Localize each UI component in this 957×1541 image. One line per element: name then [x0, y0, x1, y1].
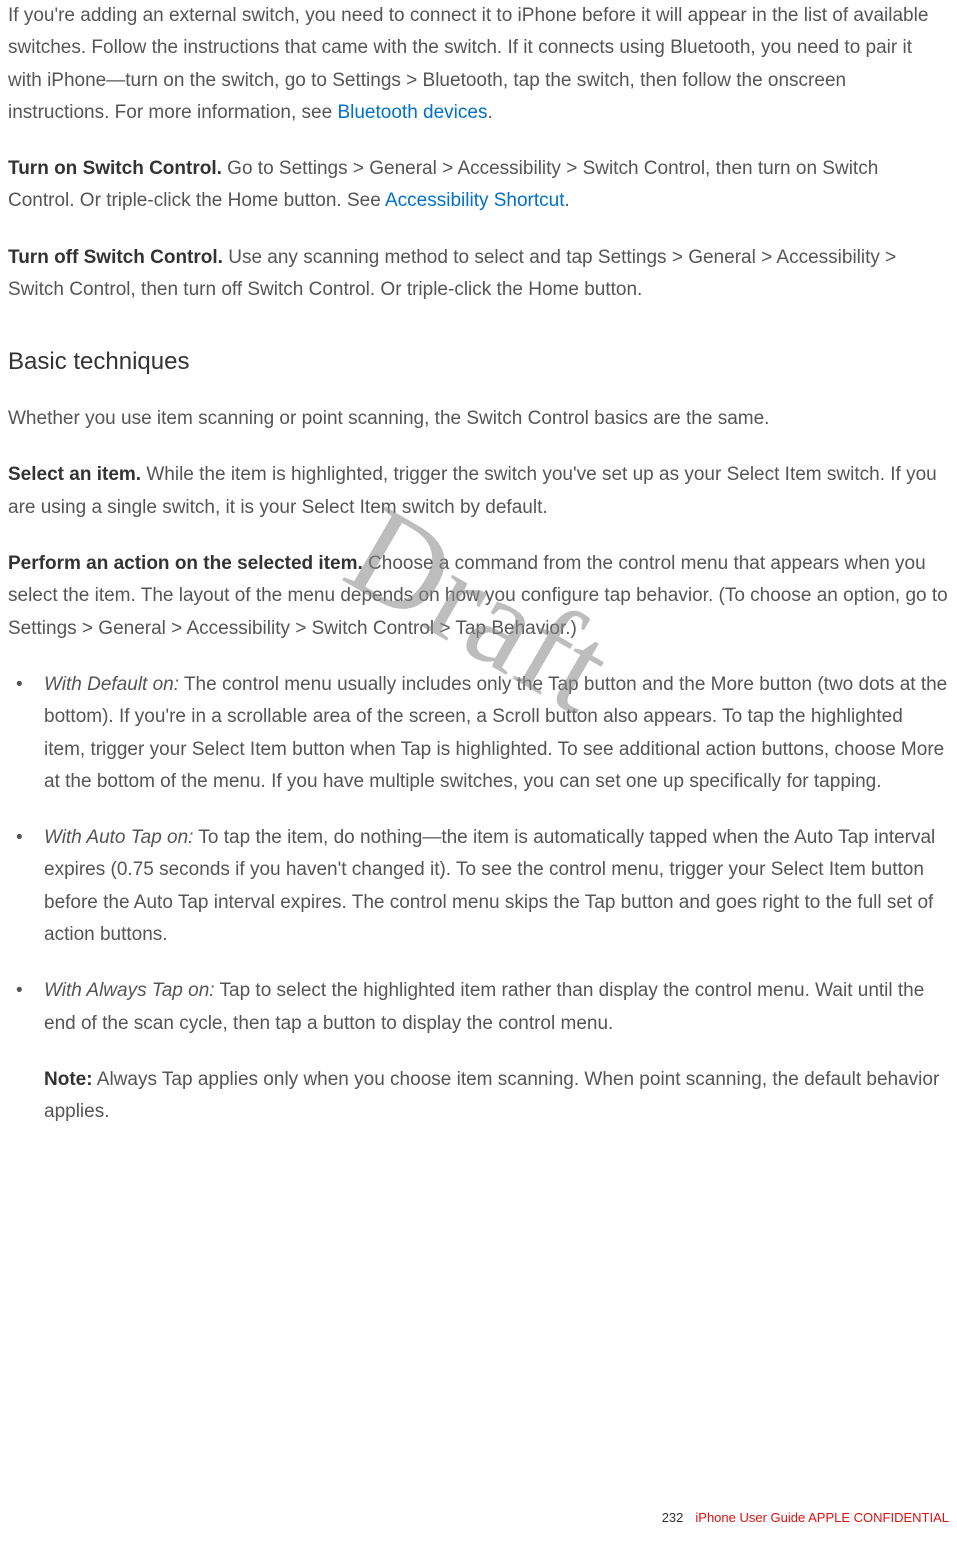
paragraph-external-switch: If you're adding an external switch, you…: [8, 0, 949, 129]
footer-text: iPhone User Guide APPLE CONFIDENTIAL: [695, 1510, 949, 1525]
text: .: [565, 190, 570, 211]
paragraph-perform-action: Perform an action on the selected item. …: [8, 548, 949, 645]
text: Always Tap applies only when you choose …: [44, 1069, 939, 1122]
bluetooth-devices-link[interactable]: Bluetooth devices: [337, 102, 487, 123]
turn-off-label: Turn off Switch Control.: [8, 247, 223, 268]
paragraph-intro: Whether you use item scanning or point s…: [8, 403, 949, 435]
tap-behavior-list: With Default on: The control menu usuall…: [8, 669, 949, 1129]
list-item: With Always Tap on: Tap to select the hi…: [8, 975, 949, 1128]
text: While the item is highlighted, trigger t…: [8, 464, 937, 517]
page-footer: 232 iPhone User Guide APPLE CONFIDENTIAL: [662, 1507, 949, 1529]
select-item-label: Select an item.: [8, 464, 141, 485]
basic-techniques-heading: Basic techniques: [8, 342, 949, 383]
with-auto-tap-label: With Auto Tap on:: [44, 827, 193, 848]
note-label: Note:: [44, 1069, 93, 1090]
note-paragraph: Note: Always Tap applies only when you c…: [44, 1064, 949, 1129]
turn-on-label: Turn on Switch Control.: [8, 158, 222, 179]
perform-action-label: Perform an action on the selected item.: [8, 553, 363, 574]
text: .: [487, 102, 492, 123]
paragraph-turn-on: Turn on Switch Control. Go to Settings >…: [8, 153, 949, 218]
with-always-tap-label: With Always Tap on:: [44, 980, 215, 1001]
text: The control menu usually includes only t…: [44, 674, 947, 792]
with-default-label: With Default on:: [44, 674, 179, 695]
paragraph-turn-off: Turn off Switch Control. Use any scannin…: [8, 242, 949, 307]
page-number: 232: [662, 1510, 684, 1525]
list-item: With Default on: The control menu usuall…: [8, 669, 949, 798]
paragraph-select-item: Select an item. While the item is highli…: [8, 459, 949, 524]
list-item: With Auto Tap on: To tap the item, do no…: [8, 822, 949, 951]
accessibility-shortcut-link[interactable]: Accessibility Shortcut: [385, 190, 565, 211]
